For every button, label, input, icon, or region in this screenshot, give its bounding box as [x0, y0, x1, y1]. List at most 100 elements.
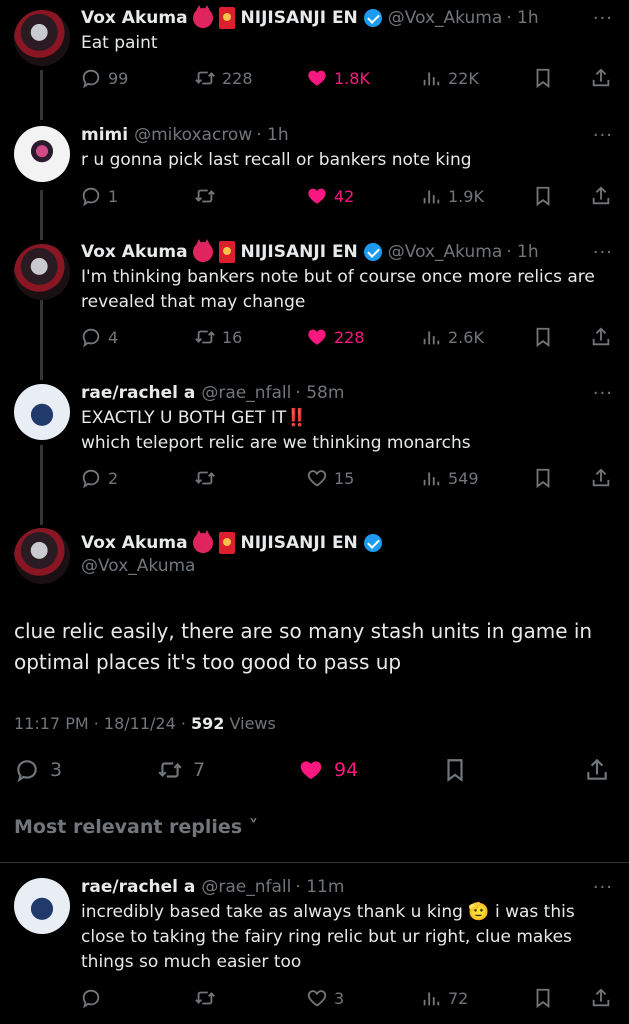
timestamp[interactable]: · 58m: [295, 383, 344, 403]
author-name[interactable]: rae/rachel a: [81, 877, 195, 897]
timestamp[interactable]: · 11m: [295, 877, 344, 897]
timestamp[interactable]: · 1h: [256, 125, 288, 145]
avatar[interactable]: [14, 126, 70, 182]
heart-icon: [306, 987, 328, 1009]
author-handle[interactable]: @Vox_Akuma: [81, 556, 195, 576]
timestamp[interactable]: · 1h: [506, 242, 538, 262]
author-handle[interactable]: @Vox_Akuma: [388, 8, 502, 28]
view-count: 1.9K: [448, 186, 484, 206]
author-name[interactable]: Vox Akuma: [81, 533, 188, 553]
bookmark-button[interactable]: [532, 464, 560, 492]
tweet-text: r u gonna pick last recall or bankers no…: [81, 150, 472, 170]
author-org: NIJISANJI EN: [240, 242, 358, 262]
avatar[interactable]: [14, 384, 70, 440]
author-handle[interactable]: @Vox_Akuma: [388, 242, 502, 262]
like-button[interactable]: 228: [306, 323, 365, 351]
more-options-icon[interactable]: ···: [593, 125, 613, 146]
more-options-icon[interactable]: ···: [593, 383, 613, 404]
divider: [0, 862, 629, 863]
retweet-button[interactable]: 228: [194, 64, 253, 92]
reply-button[interactable]: 3: [14, 756, 62, 784]
author-handle[interactable]: @mikoxacrow: [134, 125, 252, 145]
reply-button[interactable]: 1: [80, 182, 118, 210]
like-count: 1.8K: [334, 68, 370, 88]
reply-button[interactable]: 2: [80, 464, 118, 492]
reply-button[interactable]: 4: [80, 323, 118, 351]
views-button[interactable]: 22K: [420, 64, 479, 92]
reply-tweet[interactable]: rae/rachel a @rae_nfall · 11m ··· incred…: [0, 872, 629, 1022]
author-org: NIJISANJI EN: [240, 533, 358, 553]
author-org: NIJISANJI EN: [240, 8, 358, 28]
retweet-button[interactable]: [194, 984, 222, 1012]
reply-button[interactable]: 99: [80, 64, 128, 92]
share-button[interactable]: [590, 182, 618, 210]
tweet-text: EXACTLY U BOTH GET IT: [81, 408, 287, 428]
tweet-text: I'm thinking bankers note but of course …: [81, 267, 595, 312]
like-button[interactable]: 94: [298, 756, 358, 784]
views-button[interactable]: 1.9K: [420, 182, 484, 210]
tweet[interactable]: mimi @mikoxacrow · 1h ··· r u gonna pick…: [0, 120, 629, 230]
views-button[interactable]: 72: [420, 984, 468, 1012]
author-handle[interactable]: @rae_nfall: [201, 383, 291, 403]
view-count: 72: [448, 988, 469, 1008]
devil-emoji-icon: [192, 530, 213, 553]
like-button[interactable]: 1.8K: [306, 64, 370, 92]
avatar[interactable]: [14, 10, 70, 66]
like-count: 42: [334, 186, 355, 206]
more-options-icon[interactable]: ···: [593, 877, 613, 898]
retweet-button[interactable]: [194, 464, 222, 492]
avatar[interactable]: [14, 878, 70, 934]
author-name[interactable]: Vox Akuma: [81, 8, 188, 28]
share-button[interactable]: [590, 984, 618, 1012]
avatar[interactable]: [14, 244, 70, 300]
view-count: 22K: [448, 68, 479, 88]
share-button[interactable]: [590, 464, 618, 492]
tweet[interactable]: rae/rachel a @rae_nfall · 58m ··· EXACTL…: [0, 378, 629, 508]
retweet-count: 228: [222, 68, 253, 88]
like-button[interactable]: 42: [306, 182, 354, 210]
more-options-icon[interactable]: ···: [593, 8, 613, 29]
author-name[interactable]: Vox Akuma: [81, 242, 188, 262]
bookmark-button[interactable]: [532, 182, 560, 210]
double-exclamation-emoji: ‼️: [286, 408, 308, 428]
retweet-icon: [157, 757, 183, 783]
share-button[interactable]: [590, 323, 618, 351]
retweet-button[interactable]: 16: [194, 323, 242, 351]
retweet-button[interactable]: [194, 182, 222, 210]
share-button[interactable]: [590, 64, 618, 92]
reply-count: 4: [108, 327, 119, 347]
views-icon: [420, 67, 442, 89]
author-handle[interactable]: @rae_nfall: [201, 877, 291, 897]
sort-replies-dropdown[interactable]: Most relevant replies ˅: [14, 816, 258, 838]
retweet-button[interactable]: 7: [157, 756, 205, 784]
retweet-icon: [194, 326, 216, 348]
tweet-timestamp[interactable]: 11:17 PM · 18/11/24 ·: [14, 714, 191, 733]
tweet[interactable]: Vox Akuma NIJISANJI EN @Vox_Akuma · 1h ·…: [0, 236, 629, 366]
bookmark-icon: [532, 467, 554, 489]
views-icon: [420, 987, 442, 1009]
avatar[interactable]: [14, 528, 70, 584]
like-button[interactable]: 15: [306, 464, 354, 492]
red-envelope-emoji-icon: [218, 241, 235, 263]
author-name[interactable]: mimi: [81, 125, 128, 145]
bookmark-button[interactable]: [532, 323, 560, 351]
bookmark-button[interactable]: [532, 984, 560, 1012]
tweet[interactable]: Vox Akuma NIJISANJI EN @Vox_Akuma · 1h ·…: [0, 0, 629, 110]
views-button[interactable]: 2.6K: [420, 323, 484, 351]
bookmark-icon: [532, 185, 554, 207]
reply-button[interactable]: [80, 984, 108, 1012]
red-envelope-emoji-icon: [218, 532, 235, 554]
more-options-icon[interactable]: ···: [593, 242, 613, 263]
author-name[interactable]: rae/rachel a: [81, 383, 195, 403]
bookmark-button[interactable]: [442, 756, 478, 784]
heart-filled-icon: [306, 326, 328, 348]
main-tweet: Vox Akuma NIJISANJI EN @Vox_Akuma clue r…: [0, 520, 629, 810]
bookmark-button[interactable]: [532, 64, 560, 92]
like-count: 94: [334, 759, 359, 781]
share-icon: [590, 987, 612, 1009]
views-button[interactable]: 549: [420, 464, 479, 492]
share-button[interactable]: [584, 756, 620, 784]
timestamp[interactable]: · 1h: [506, 8, 538, 28]
like-button[interactable]: 3: [306, 984, 344, 1012]
share-icon: [590, 185, 612, 207]
